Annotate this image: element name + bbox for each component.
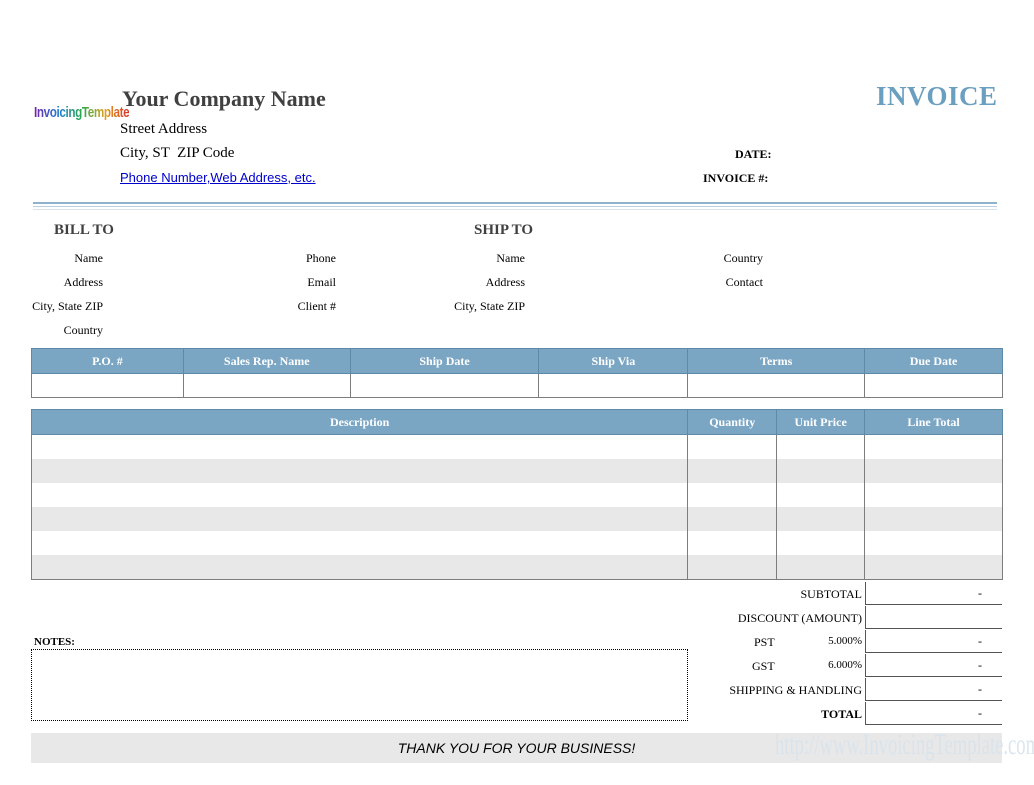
header-divider-2 [33,206,997,207]
ship-to-heading: SHIP TO [474,222,534,238]
pst-label: PST [754,635,775,649]
ship-via-cell[interactable] [538,373,689,398]
watermark: http://www.InvoicingTemplate.com [775,728,1034,761]
unit-price-cell[interactable] [776,483,866,507]
line-total-cell[interactable] [864,531,1003,555]
line-total-header: Line Total [864,409,1003,435]
description-cell[interactable] [30,483,689,507]
order-info-header-row: P.O. # Sales Rep. Name Ship Date Ship Vi… [31,348,1003,374]
subtotal-label: SUBTOTAL [800,587,863,601]
terms-header: Terms [687,348,866,374]
pst-rate[interactable]: 5.000% [800,635,862,647]
company-logo: InvoicingTemplate [34,104,130,136]
invoice-number-label: INVOICE #: [703,171,769,185]
ship-date-cell[interactable] [349,373,540,398]
bill-to-address-label: Address [63,275,103,289]
total-value[interactable]: - [865,702,1002,725]
unit-price-cell[interactable] [776,531,866,555]
order-info-table: P.O. # Sales Rep. Name Ship Date Ship Vi… [31,348,1003,398]
quantity-cell[interactable] [687,459,778,483]
description-header: Description [30,409,689,435]
table-row [30,507,1003,531]
ship-to-address-label: Address [485,275,525,289]
ship-to-contact-label: Contact [725,275,763,289]
line-items-table: Description Quantity Unit Price Line Tot… [30,409,1003,580]
bill-to-city-label: City, State ZIP [32,299,103,313]
bill-to-client-label: Client # [297,299,336,313]
table-row [30,531,1003,555]
quantity-cell[interactable] [687,483,778,507]
header-divider [33,202,997,204]
order-info-row [31,373,1003,398]
logo-text: InvoicingTemplate [34,104,130,121]
bill-to-country-label: Country [63,323,103,337]
quantity-cell[interactable] [687,507,778,531]
terms-cell[interactable] [687,373,866,398]
items-header-row: Description Quantity Unit Price Line Tot… [30,409,1003,435]
description-cell[interactable] [30,459,689,483]
description-cell[interactable] [30,434,689,459]
description-cell[interactable] [30,555,689,580]
unit-price-cell[interactable] [776,459,866,483]
ship-to-city-label: City, State ZIP [454,299,525,313]
bill-to-phone-label: Phone [306,251,336,265]
header-divider-3 [33,209,997,210]
notes-label: NOTES: [34,636,75,648]
ship-via-header: Ship Via [538,348,689,374]
due-date-cell[interactable] [864,373,1003,398]
sales-rep-cell[interactable] [182,373,351,398]
table-row [30,555,1003,580]
description-cell[interactable] [30,531,689,555]
sales-rep-header: Sales Rep. Name [182,348,351,374]
line-total-cell[interactable] [864,483,1003,507]
po-number-cell[interactable] [31,373,184,398]
description-cell[interactable] [30,507,689,531]
unit-price-cell[interactable] [776,507,866,531]
quantity-cell[interactable] [687,555,778,580]
pst-value[interactable]: - [865,630,1002,653]
po-number-header: P.O. # [31,348,184,374]
gst-value[interactable]: - [865,654,1002,677]
street-address[interactable]: Street Address [120,121,207,138]
due-date-header: Due Date [864,348,1003,374]
shipping-value[interactable]: - [865,678,1002,701]
table-row [30,459,1003,483]
gst-rate[interactable]: 6.000% [800,659,862,671]
line-total-cell[interactable] [864,555,1003,580]
table-row [30,434,1003,459]
phone-web-link[interactable]: Phone Number,Web Address, etc. [120,170,316,185]
discount-value[interactable] [865,606,1002,629]
line-total-cell[interactable] [864,459,1003,483]
ship-date-header: Ship Date [349,348,540,374]
unit-price-header: Unit Price [776,409,866,435]
unit-price-cell[interactable] [776,434,866,459]
line-total-cell[interactable] [864,507,1003,531]
date-label: DATE: [735,147,772,161]
city-state-zip[interactable]: City, ST ZIP Code [120,145,234,162]
notes-box[interactable] [31,649,688,721]
ship-to-country-label: Country [723,251,763,265]
quantity-cell[interactable] [687,434,778,459]
table-row [30,483,1003,507]
discount-label: DISCOUNT (AMOUNT) [737,611,862,625]
company-name[interactable]: Your Company Name [122,86,326,112]
quantity-cell[interactable] [687,531,778,555]
unit-price-cell[interactable] [776,555,866,580]
shipping-label: SHIPPING & HANDLING [729,683,862,697]
bill-to-heading: BILL TO [54,222,114,238]
ship-to-name-label: Name [496,251,525,265]
invoice-title: INVOICE [876,81,998,111]
subtotal-value[interactable]: - [865,582,1002,605]
line-total-cell[interactable] [864,434,1003,459]
quantity-header: Quantity [687,409,778,435]
gst-label: GST [752,659,775,673]
bill-to-email-label: Email [307,275,336,289]
bill-to-name-label: Name [74,251,103,265]
total-label: TOTAL [821,707,862,721]
